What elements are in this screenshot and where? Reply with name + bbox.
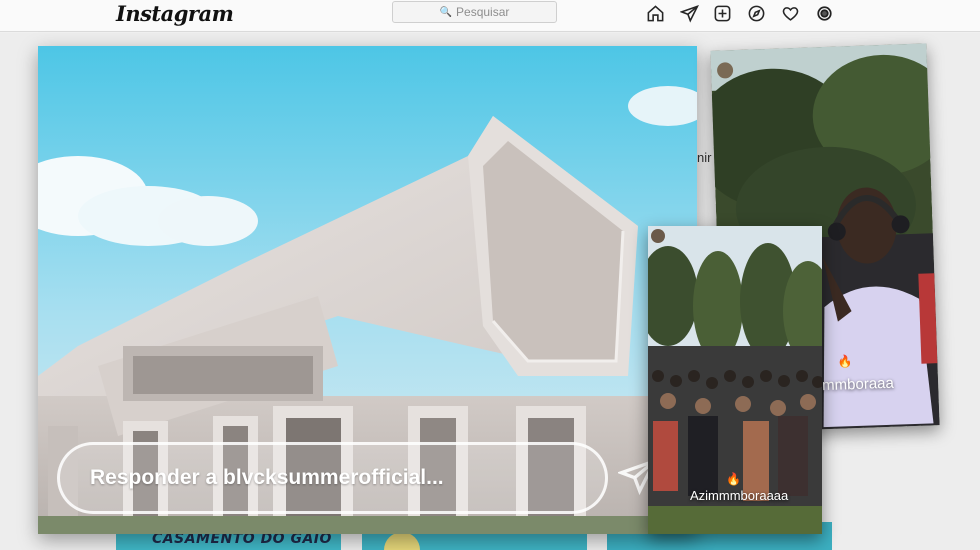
story-caption: mmboraaa — [821, 374, 895, 395]
search-icon: 🔍 — [439, 6, 453, 18]
new-post-icon[interactable] — [711, 2, 733, 24]
search-placeholder: Pesquisar — [456, 5, 510, 19]
reply-placeholder: Responder a blvcksummerofficial... — [90, 466, 444, 489]
story-caption: Azimmmboraaaa — [690, 488, 789, 503]
story-reply-input[interactable]: Responder a blvcksummerofficial... — [57, 442, 608, 514]
story-viewer-main[interactable]: Responder a blvcksummerofficial... — [38, 46, 697, 534]
top-navigation-bar: Instagram 🔍 Pesquisar — [0, 0, 980, 32]
instagram-logo[interactable]: Instagram — [116, 1, 234, 26]
profile-avatar-icon[interactable] — [813, 2, 835, 24]
home-icon[interactable] — [644, 2, 666, 24]
fire-emoji: 🔥 — [726, 472, 741, 486]
search-input[interactable]: 🔍 Pesquisar — [392, 1, 557, 23]
direct-send-icon[interactable] — [678, 2, 700, 24]
activity-heart-icon[interactable] — [779, 2, 801, 24]
story-card-crowd[interactable]: 🔥 Azimmmboraaaa — [648, 226, 822, 534]
fire-emoji: 🔥 — [837, 354, 853, 369]
explore-icon[interactable] — [745, 2, 767, 24]
